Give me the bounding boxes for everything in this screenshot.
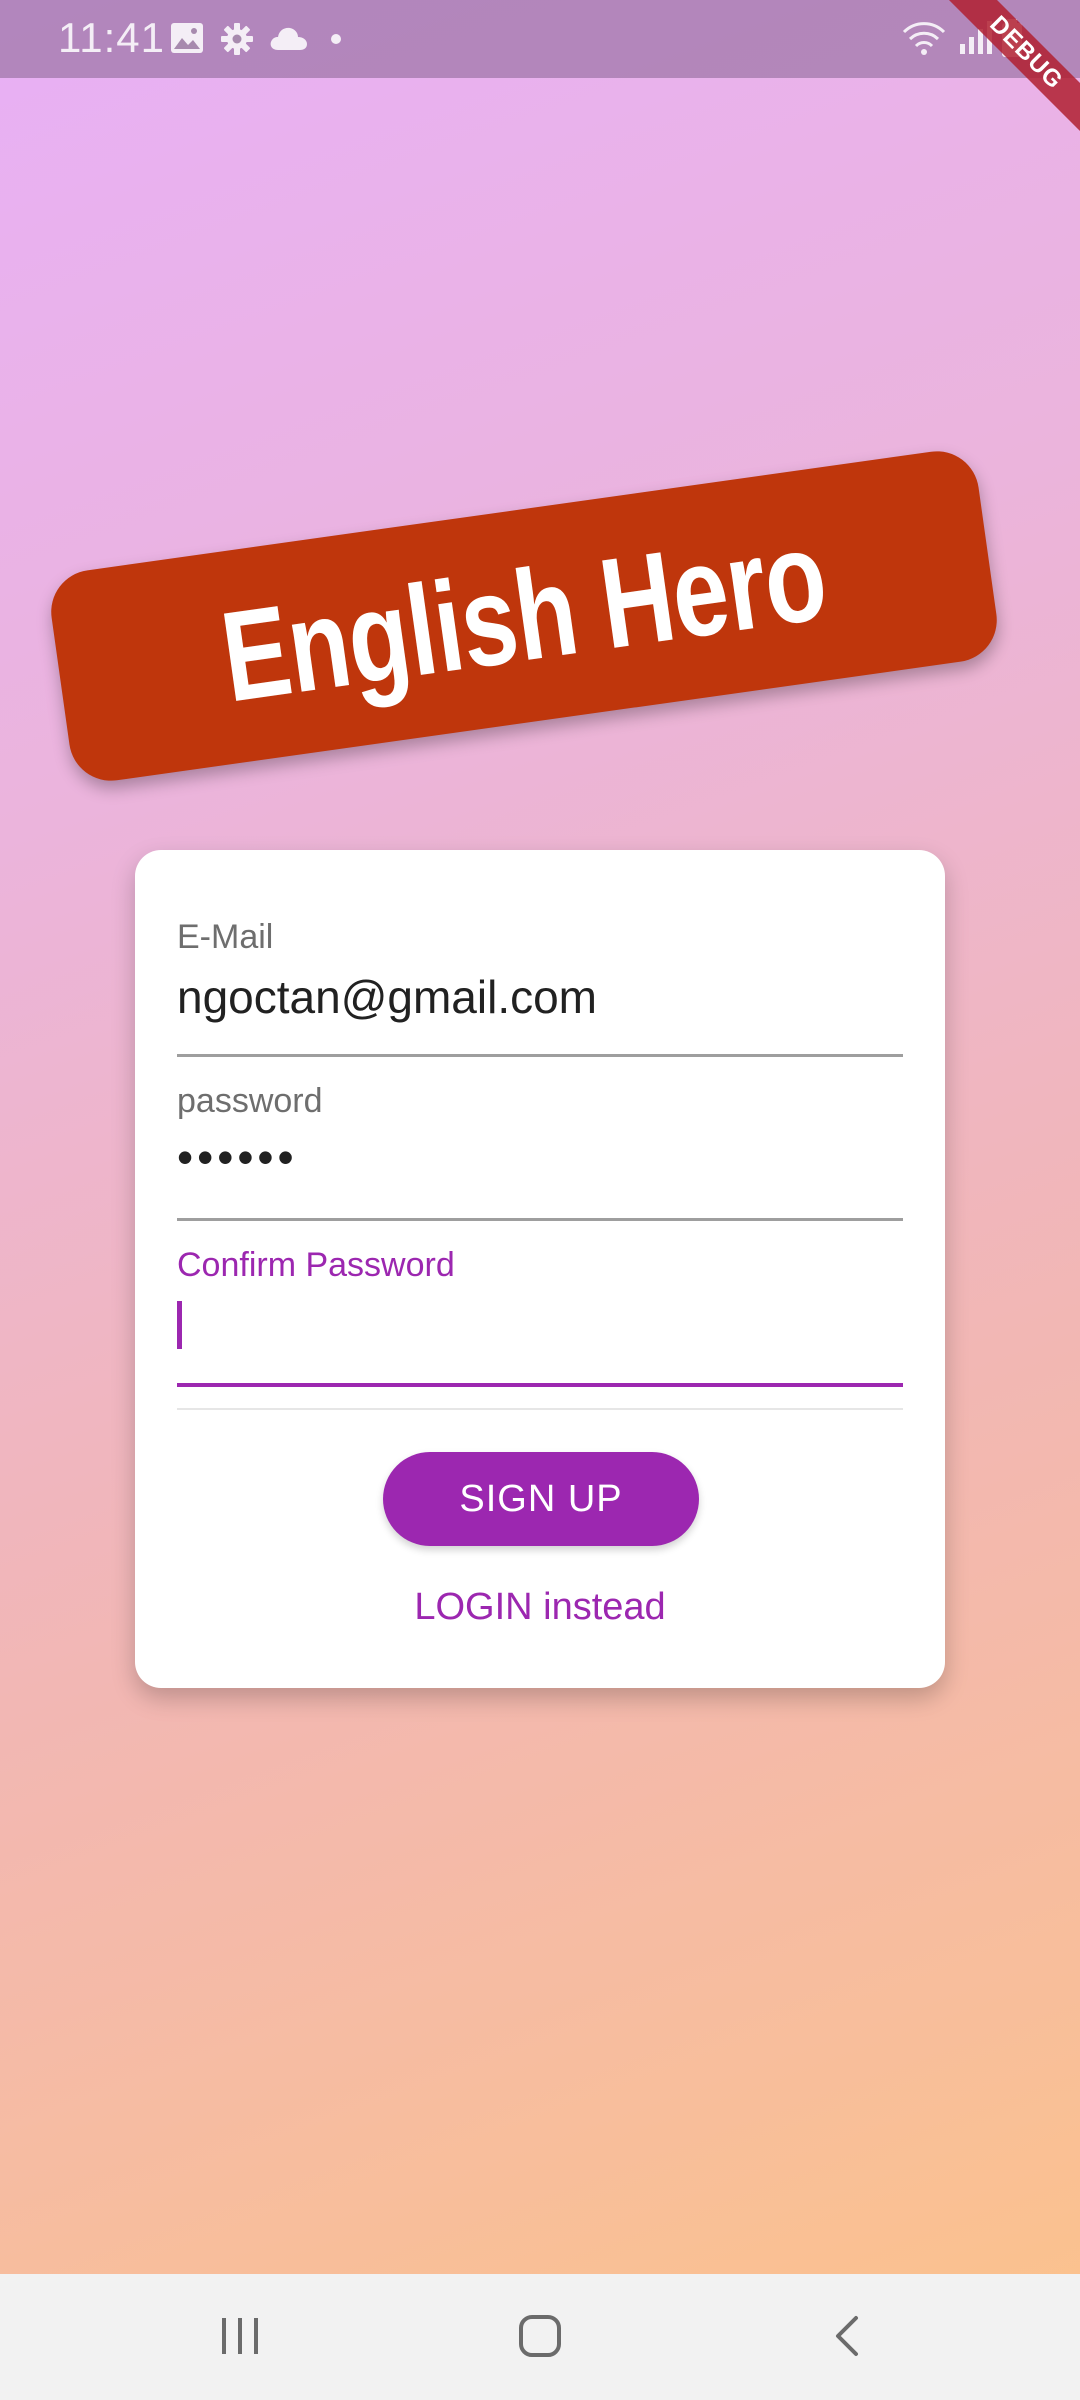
password-label: password bbox=[177, 1082, 323, 1120]
password-underline bbox=[177, 1218, 903, 1221]
email-input[interactable]: ngoctan@gmail.com bbox=[177, 970, 597, 1024]
app-title: English Hero bbox=[213, 502, 835, 730]
debug-label: DEBUG bbox=[936, 0, 1080, 143]
home-icon[interactable] bbox=[518, 2314, 562, 2363]
image-icon bbox=[170, 22, 204, 59]
signup-button[interactable]: SIGN UP bbox=[383, 1452, 699, 1546]
debug-banner: DEBUG bbox=[930, 0, 1080, 150]
email-field[interactable]: E-Mail ngoctan@gmail.com bbox=[177, 918, 903, 1078]
app-title-banner: English Hero bbox=[45, 445, 1003, 787]
password-input[interactable]: •••••• bbox=[177, 1130, 298, 1184]
status-bar: 11:41 bbox=[0, 0, 1080, 78]
password-field[interactable]: password •••••• bbox=[177, 1082, 903, 1242]
divider bbox=[177, 1408, 903, 1410]
status-time: 11:41 bbox=[58, 14, 165, 61]
navigation-bar bbox=[0, 2274, 1080, 2400]
text-cursor bbox=[177, 1301, 182, 1349]
recents-icon[interactable] bbox=[218, 2314, 262, 2363]
signup-card: E-Mail ngoctan@gmail.com password ••••••… bbox=[135, 850, 945, 1688]
gear-icon bbox=[220, 22, 254, 61]
email-underline bbox=[177, 1054, 903, 1057]
confirm-password-label: Confirm Password bbox=[177, 1246, 455, 1284]
dot-icon bbox=[330, 32, 342, 50]
login-instead-button[interactable]: LOGIN instead bbox=[135, 1586, 945, 1629]
confirm-password-underline bbox=[177, 1383, 903, 1387]
cloud-icon bbox=[268, 24, 308, 57]
email-label: E-Mail bbox=[177, 918, 274, 956]
confirm-password-field[interactable]: Confirm Password bbox=[177, 1246, 903, 1416]
back-icon[interactable] bbox=[826, 2314, 870, 2363]
